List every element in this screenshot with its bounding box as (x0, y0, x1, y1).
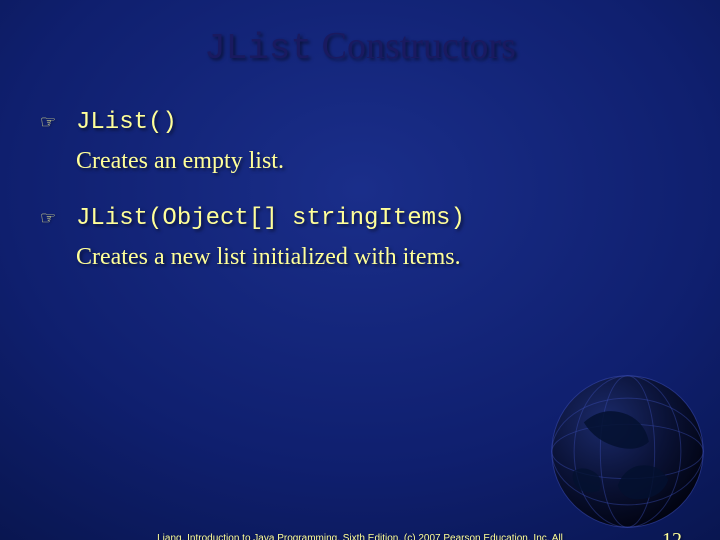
slide-title: JList Constructors (0, 24, 720, 69)
bullet-item: ☞ JList() (40, 109, 680, 136)
footer-citation: Liang, Introduction to Java Programming,… (0, 533, 720, 540)
title-text: Constructors (312, 25, 516, 67)
globe-decoration-icon (545, 369, 710, 534)
title-code: JList (204, 28, 312, 69)
constructor-signature: JList() (76, 109, 177, 136)
page-number: 12 (662, 529, 682, 540)
footer-line-1: Liang, Introduction to Java Programming,… (157, 533, 563, 540)
bullet-item: ☞ JList(Object[] stringItems) (40, 205, 680, 232)
constructor-description: Creates a new list initialized with item… (76, 244, 680, 271)
content-area: ☞ JList() Creates an empty list. ☞ JList… (0, 109, 720, 271)
pointing-hand-icon: ☞ (40, 113, 58, 131)
constructor-description: Creates an empty list. (76, 148, 680, 175)
pointing-hand-icon: ☞ (40, 209, 58, 227)
constructor-signature: JList(Object[] stringItems) (76, 205, 465, 232)
